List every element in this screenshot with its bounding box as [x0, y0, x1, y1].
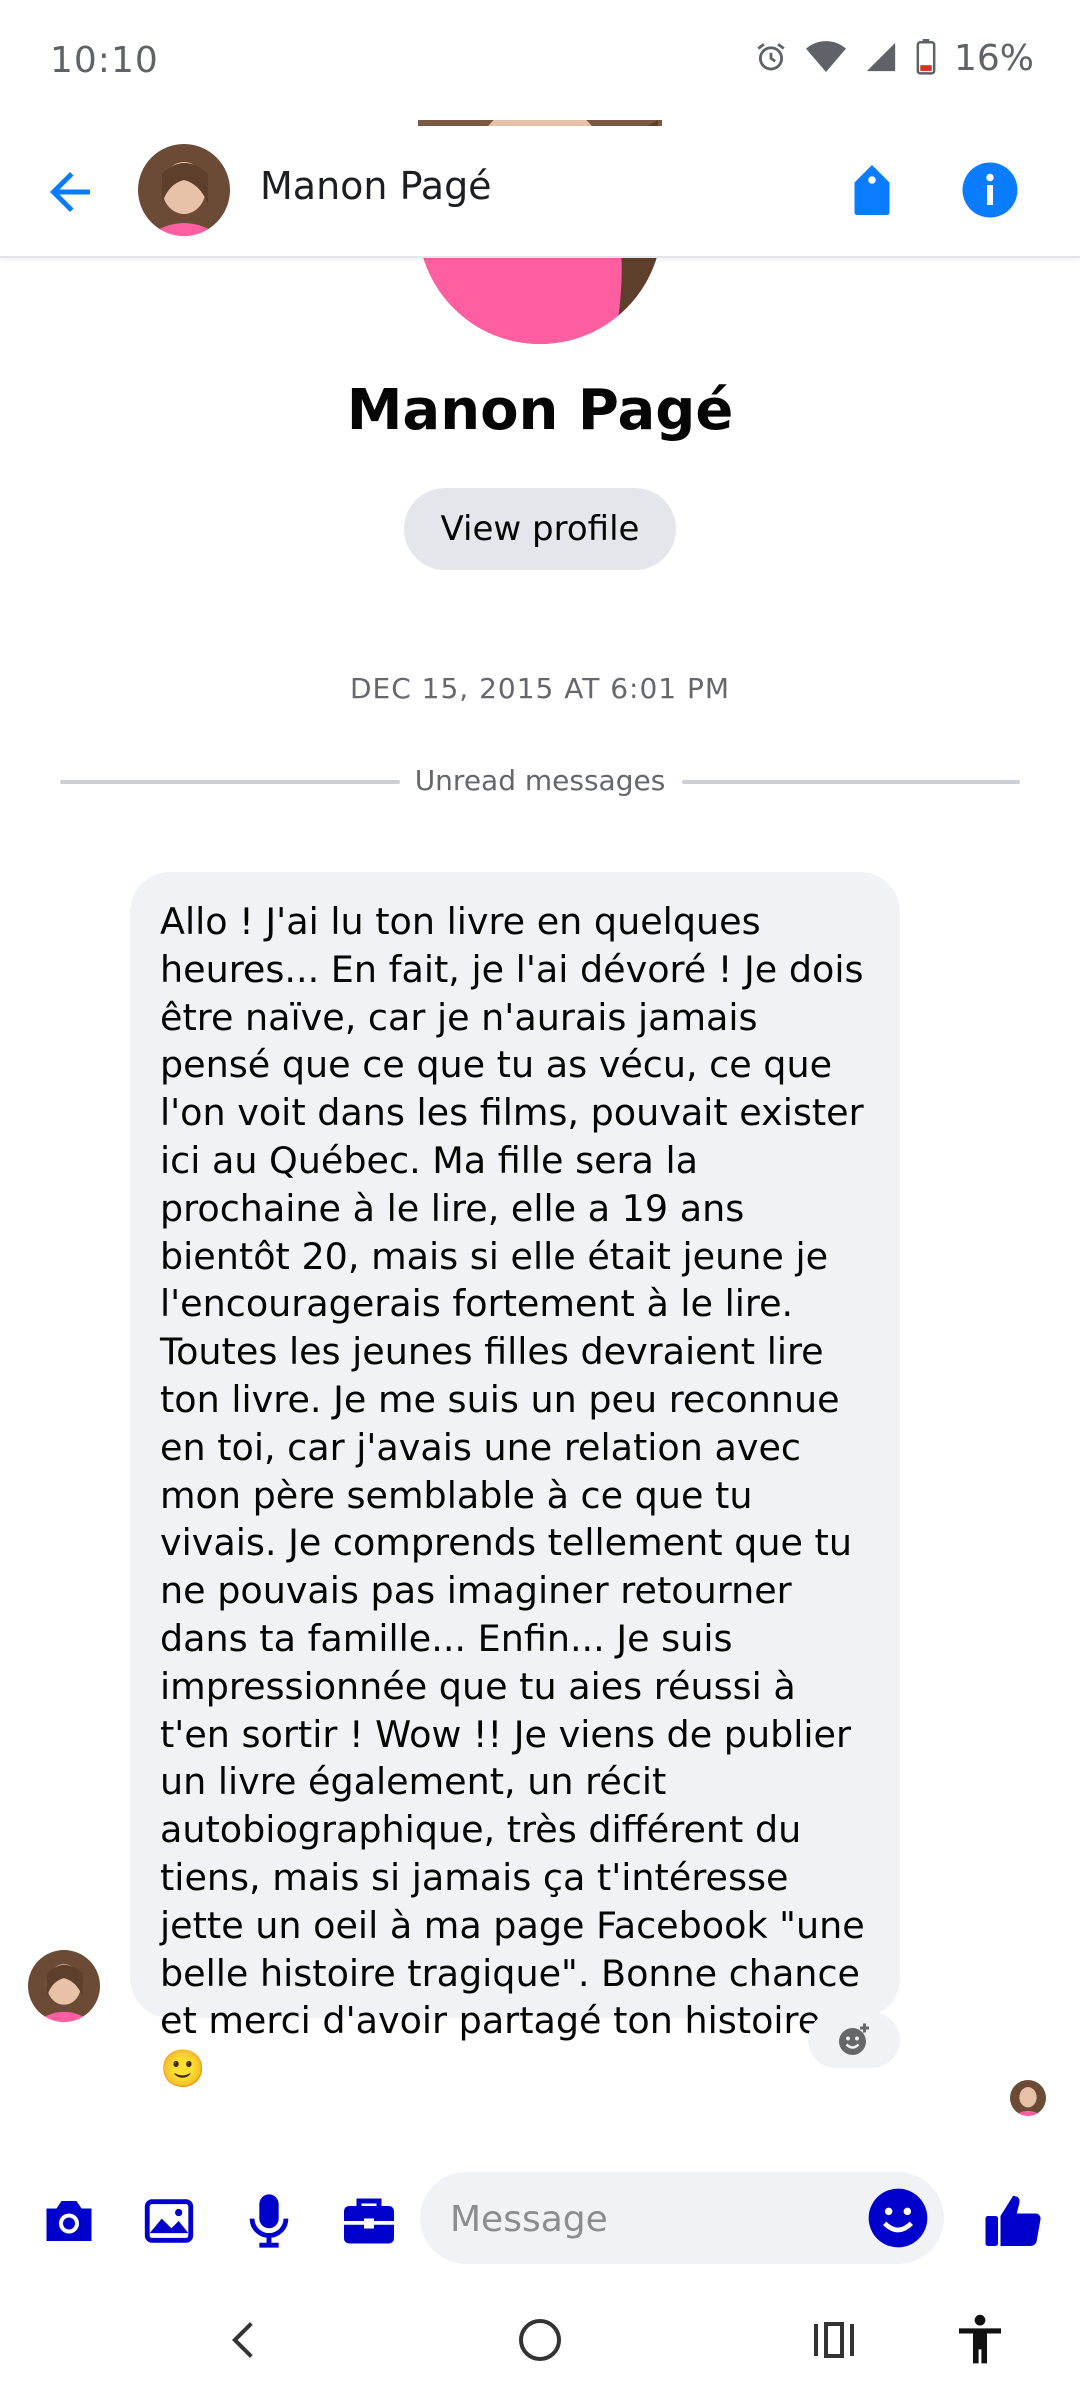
profile-name: Manon Pagé: [346, 378, 734, 443]
status-time: 10:10: [50, 40, 159, 81]
alarm-icon: [754, 40, 788, 78]
smiley-icon: [868, 2188, 928, 2248]
battery-icon: [916, 38, 936, 79]
message-body: Allo ! J'ai lu ton livre en quelques heu…: [160, 900, 865, 2043]
image-icon: [144, 2199, 194, 2243]
divider-line-right: [682, 780, 1020, 784]
briefcase-icon: [344, 2198, 394, 2244]
message-emoji: 🙂: [160, 2047, 206, 2091]
nav-back-button[interactable]: [208, 2304, 280, 2376]
unread-divider: Unread messages: [60, 762, 1020, 802]
status-bar: 10:10 16%: [0, 0, 1080, 126]
nav-back-icon: [231, 2322, 253, 2358]
nav-home-icon: [519, 2319, 561, 2361]
conversation-header: Manon Pagé: [0, 126, 1080, 258]
wifi-icon: [805, 40, 846, 78]
back-button[interactable]: [40, 162, 100, 222]
status-icons: 16%: [754, 38, 1034, 79]
like-button[interactable]: [980, 2188, 1046, 2254]
header-avatar[interactable]: [138, 144, 230, 236]
battery-percentage: 16%: [953, 38, 1034, 79]
header-contact-name[interactable]: Manon Pagé: [260, 164, 492, 208]
message-timestamp: DEC 15, 2015 AT 6:01 PM: [349, 672, 731, 705]
thumbs-up-icon: [985, 2196, 1041, 2247]
nav-recents-button[interactable]: [798, 2304, 870, 2376]
signal-icon: [864, 40, 898, 78]
apps-button[interactable]: [336, 2188, 402, 2254]
back-arrow-icon: [50, 172, 90, 212]
gallery-button[interactable]: [136, 2188, 202, 2254]
message-field[interactable]: [420, 2172, 944, 2266]
view-profile-button[interactable]: View profile: [404, 488, 676, 570]
message-bubble[interactable]: Allo ! J'ai lu ton livre en quelques heu…: [130, 872, 900, 2090]
tag-icon: [854, 165, 890, 215]
message-text: Allo ! J'ai lu ton livre en quelques heu…: [160, 898, 870, 2093]
add-reaction-button[interactable]: [808, 2012, 900, 2068]
microphone-icon: [249, 2194, 289, 2248]
nav-home-button[interactable]: [504, 2304, 576, 2376]
seen-indicator-avatar: [1010, 2080, 1046, 2116]
sender-avatar[interactable]: [28, 1950, 100, 2022]
accessibility-button[interactable]: [944, 2304, 1016, 2376]
composer-bar: [0, 2160, 1080, 2280]
accessibility-icon: [959, 2314, 1001, 2364]
info-button[interactable]: [960, 160, 1020, 220]
tag-button[interactable]: [842, 160, 902, 220]
system-nav-bar: [0, 2280, 1080, 2400]
voice-button[interactable]: [236, 2188, 302, 2254]
info-icon: [962, 162, 1018, 218]
camera-icon: [46, 2201, 92, 2241]
camera-button[interactable]: [36, 2188, 102, 2254]
message-input[interactable]: [448, 2172, 872, 2266]
nav-recents-icon: [814, 2322, 854, 2358]
emoji-button[interactable]: [866, 2186, 930, 2250]
add-reaction-icon: [839, 2023, 869, 2055]
